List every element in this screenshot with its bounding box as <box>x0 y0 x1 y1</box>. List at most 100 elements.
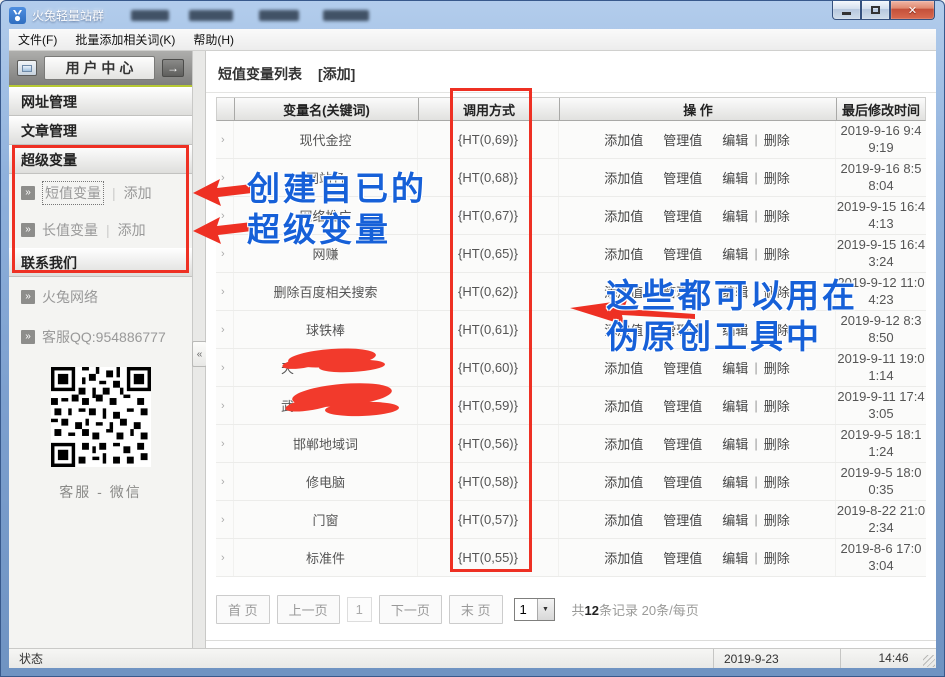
edit-link[interactable]: 编辑 <box>722 282 748 301</box>
next-page-button[interactable]: 下一页 <box>379 595 442 624</box>
delete-link[interactable]: 删除 <box>764 206 790 225</box>
page-select-dropdown[interactable]: 1 ▼ <box>514 598 555 621</box>
add-variable-link[interactable]: [添加] <box>318 64 355 84</box>
row-operations: 添加值 管理值 编辑|删除 <box>559 539 836 576</box>
edit-link[interactable]: 编辑 <box>722 130 748 149</box>
maximize-button[interactable] <box>861 1 890 20</box>
edit-link[interactable]: 编辑 <box>722 472 748 491</box>
row-expand-icon[interactable]: › <box>216 425 234 462</box>
edit-link[interactable]: 编辑 <box>722 244 748 263</box>
sidebar-section-url-management[interactable]: 网址管理 <box>9 87 192 116</box>
sidebar-item-long-variable[interactable]: » 长值变量 | 添加 <box>9 211 192 248</box>
resize-grip[interactable] <box>923 655 935 667</box>
edit-link[interactable]: 编辑 <box>722 320 748 339</box>
delete-link[interactable]: 删除 <box>764 510 790 529</box>
add-value-link[interactable]: 添加值 <box>604 168 643 187</box>
sidebar-section-contact-us[interactable]: 联系我们 <box>9 248 192 277</box>
manage-value-link[interactable]: 管理值 <box>663 168 702 187</box>
edit-link[interactable]: 编辑 <box>722 168 748 187</box>
add-value-link[interactable]: 添加值 <box>604 510 643 529</box>
manage-value-link[interactable]: 管理值 <box>663 510 702 529</box>
status-time: 14:46 <box>840 649 936 668</box>
dropdown-arrow-icon[interactable]: ▼ <box>537 599 554 620</box>
menu-help[interactable]: 帮助(H) <box>184 28 243 51</box>
edit-link[interactable]: 编辑 <box>722 396 748 415</box>
manage-value-link[interactable]: 管理值 <box>663 548 702 567</box>
edit-link[interactable]: 编辑 <box>722 206 748 225</box>
huotu-network-link[interactable]: 火兔网络 <box>42 287 98 307</box>
manage-value-link[interactable]: 管理值 <box>663 320 702 339</box>
row-expand-icon[interactable]: › <box>216 539 234 576</box>
prev-page-button[interactable]: 上一页 <box>277 595 340 624</box>
menu-batch-add-keywords[interactable]: 批量添加相关词(K) <box>66 28 184 51</box>
delete-link[interactable]: 删除 <box>764 168 790 187</box>
delete-link[interactable]: 删除 <box>764 358 790 377</box>
panel-toggle-button[interactable] <box>17 60 37 76</box>
collapse-sidebar-button[interactable]: « <box>192 341 207 367</box>
long-variable-link[interactable]: 长值变量 <box>42 220 98 240</box>
sidebar-item-service-qq[interactable]: » 客服QQ:954886777 <box>9 317 192 357</box>
delete-link[interactable]: 删除 <box>764 130 790 149</box>
add-value-link[interactable]: 添加值 <box>604 130 643 149</box>
add-value-link[interactable]: 添加值 <box>604 282 643 301</box>
row-expand-icon[interactable]: › <box>216 311 234 348</box>
row-expand-icon[interactable]: › <box>216 159 234 196</box>
sidebar-section-article-management[interactable]: 文章管理 <box>9 116 192 145</box>
delete-link[interactable]: 删除 <box>764 472 790 491</box>
manage-value-link[interactable]: 管理值 <box>663 358 702 377</box>
row-expand-icon[interactable]: › <box>216 235 234 272</box>
window-title: 火兔轻量站群 <box>32 7 104 24</box>
current-page-number[interactable]: 1 <box>347 597 372 622</box>
separator: | <box>754 436 757 451</box>
long-variable-add-link[interactable]: 添加 <box>118 220 146 240</box>
add-value-link[interactable]: 添加值 <box>604 396 643 415</box>
delete-link[interactable]: 删除 <box>764 282 790 301</box>
manage-value-link[interactable]: 管理值 <box>663 472 702 491</box>
add-value-link[interactable]: 添加值 <box>604 434 643 453</box>
edit-link[interactable]: 编辑 <box>722 358 748 377</box>
short-variable-link[interactable]: 短值变量 <box>42 181 104 205</box>
delete-link[interactable]: 删除 <box>764 548 790 567</box>
sidebar-section-super-variables[interactable]: 超级变量 <box>9 145 192 174</box>
manage-value-link[interactable]: 管理值 <box>663 244 702 263</box>
edit-link[interactable]: 编辑 <box>722 510 748 529</box>
manage-value-link[interactable]: 管理值 <box>663 282 702 301</box>
go-arrow-button[interactable]: → <box>162 59 184 77</box>
table-row: › 现代金控 {HT(0,69)} 添加值 管理值 编辑|删除 2019-9-1… <box>216 121 926 159</box>
table-row: › 网站名 {HT(0,68)} 添加值 管理值 编辑|删除 2019-9-16… <box>216 159 926 197</box>
short-variable-add-link[interactable]: 添加 <box>124 183 152 203</box>
close-button[interactable]: ✕ <box>890 1 935 20</box>
menu-file[interactable]: 文件(F) <box>9 28 66 51</box>
manage-value-link[interactable]: 管理值 <box>663 206 702 225</box>
row-expand-icon[interactable]: › <box>216 349 234 386</box>
add-value-link[interactable]: 添加值 <box>604 548 643 567</box>
manage-value-link[interactable]: 管理值 <box>663 434 702 453</box>
first-page-button[interactable]: 首 页 <box>216 595 270 624</box>
call-method: {HT(0,60)} <box>418 349 559 386</box>
row-expand-icon[interactable]: › <box>216 121 234 158</box>
add-value-link[interactable]: 添加值 <box>604 244 643 263</box>
edit-link[interactable]: 编辑 <box>722 548 748 567</box>
sidebar-splitter[interactable]: « <box>193 51 206 648</box>
row-expand-icon[interactable]: › <box>216 387 234 424</box>
last-page-button[interactable]: 末 页 <box>449 595 503 624</box>
sidebar-item-huotu-network[interactable]: » 火兔网络 <box>9 277 192 317</box>
add-value-link[interactable]: 添加值 <box>604 320 643 339</box>
delete-link[interactable]: 删除 <box>764 244 790 263</box>
row-expand-icon[interactable]: › <box>216 501 234 538</box>
row-expand-icon[interactable]: › <box>216 273 234 310</box>
edit-link[interactable]: 编辑 <box>722 434 748 453</box>
add-value-link[interactable]: 添加值 <box>604 206 643 225</box>
user-center-button[interactable]: 用 户 中 心 <box>44 56 155 80</box>
add-value-link[interactable]: 添加值 <box>604 472 643 491</box>
delete-link[interactable]: 删除 <box>764 434 790 453</box>
delete-link[interactable]: 删除 <box>764 320 790 339</box>
minimize-button[interactable] <box>832 1 861 20</box>
row-expand-icon[interactable]: › <box>216 463 234 500</box>
delete-link[interactable]: 删除 <box>764 396 790 415</box>
row-expand-icon[interactable]: › <box>216 197 234 234</box>
add-value-link[interactable]: 添加值 <box>604 358 643 377</box>
manage-value-link[interactable]: 管理值 <box>663 130 702 149</box>
manage-value-link[interactable]: 管理值 <box>663 396 702 415</box>
sidebar-item-short-variable[interactable]: » 短值变量 | 添加 <box>9 174 192 211</box>
